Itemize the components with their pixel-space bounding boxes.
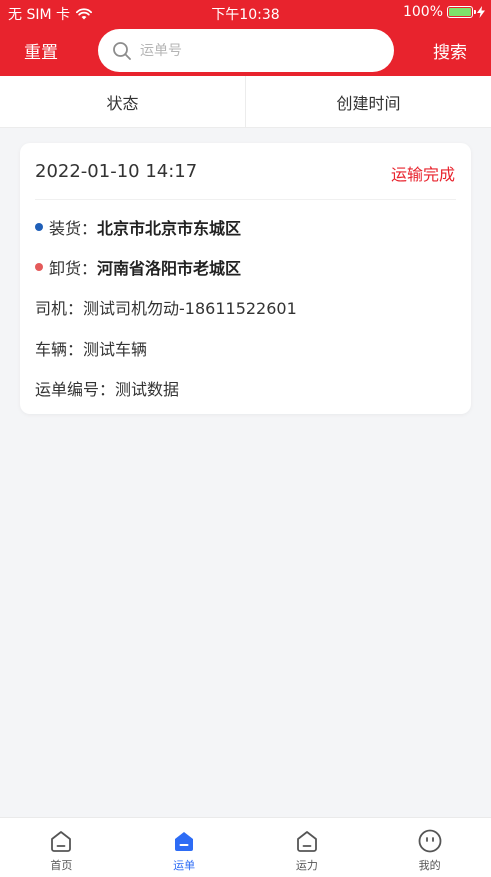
vehicle-row: 车辆： 测试车辆 [35,336,147,360]
search-button[interactable]: 搜索 [433,38,467,63]
driver-label: 司机： [35,299,84,318]
unload-value: 河南省洛阳市老城区 [97,259,242,278]
capacity-icon [296,831,317,852]
load-label: 装货： [49,219,98,238]
order-date: 2022-01-10 14:17 [35,161,198,182]
tab-capacity[interactable]: 运力 [246,818,369,877]
search-icon [113,41,131,60]
tab-home-label: 首页 [50,859,73,872]
battery-fill [449,8,471,16]
profile-icon [418,829,442,853]
tab-waybill[interactable]: 运单 [123,818,246,877]
battery-percent: 100% [402,4,443,20]
unload-row: 卸货： 河南省洛阳市老城区 [35,255,241,279]
tab-bar: 首页 运单 运力 我的 [0,817,491,877]
tab-waybill-label: 运单 [173,859,196,872]
load-row: 装货： 北京市北京市东城区 [35,215,241,239]
status-bar: 无 SIM 卡 下午10:38 100% [0,0,491,26]
tab-profile-label: 我的 [418,859,441,872]
order-card[interactable]: 2022-01-10 14:17 运输完成 装货： 北京市北京市东城区 卸货： … [20,143,471,414]
reset-button[interactable]: 重置 [24,38,58,63]
tab-profile[interactable]: 我的 [368,818,491,877]
unload-dot-icon [35,263,43,271]
vehicle-label: 车辆： [35,340,84,359]
tab-home[interactable]: 首页 [0,818,123,877]
waybill-row: 运单编号： 测试数据 [35,376,179,400]
filter-bar: 状态 创建时间 [0,76,491,128]
waybill-icon [175,832,194,851]
search-box[interactable] [98,29,394,72]
home-icon [51,831,72,852]
card-divider [35,199,456,200]
tab-capacity-label: 运力 [295,859,318,872]
battery-icon [447,6,476,18]
load-dot-icon [35,223,43,231]
search-input[interactable] [140,42,370,59]
waybill-value: 测试数据 [115,380,180,399]
unload-label: 卸货： [49,259,98,278]
filter-status[interactable]: 状态 [0,76,245,127]
load-value: 北京市北京市东城区 [97,219,242,238]
nav-bar: 重置 搜索 [0,26,491,76]
vehicle-value: 测试车辆 [83,340,148,359]
driver-row: 司机： 测试司机勿动-18611522601 [35,295,297,319]
order-status: 运输完成 [390,165,455,184]
filter-created-time[interactable]: 创建时间 [246,76,491,127]
status-right: 100% [403,4,485,20]
driver-value: 测试司机勿动-18611522601 [83,299,297,318]
waybill-label: 运单编号： [35,380,116,399]
charging-icon [477,6,485,18]
